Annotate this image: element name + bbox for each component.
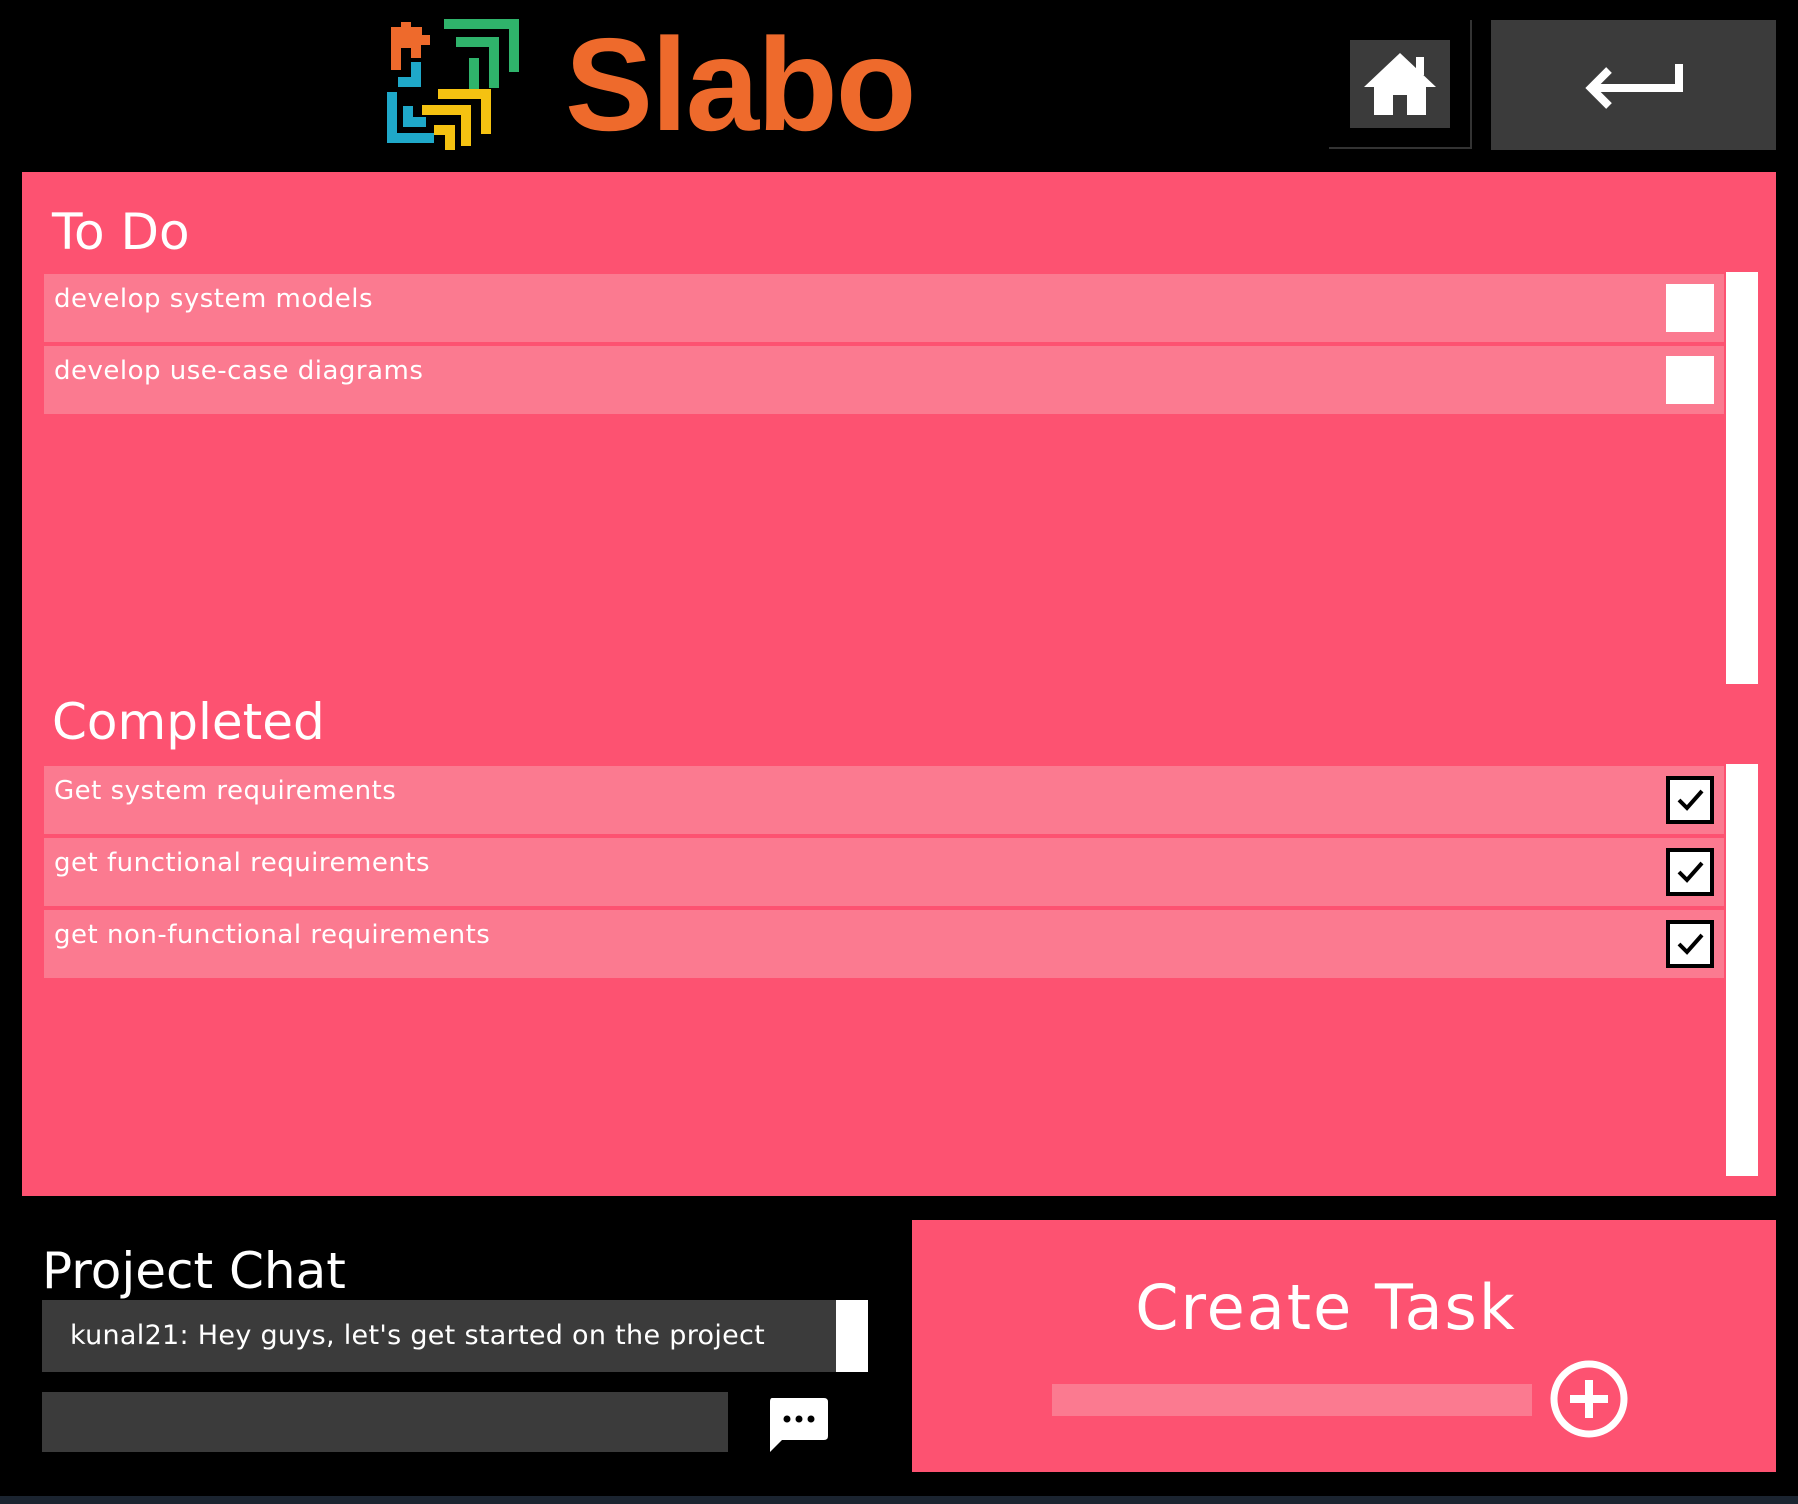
completed-checkbox[interactable]	[1666, 920, 1714, 968]
todo-checkbox[interactable]	[1666, 356, 1714, 404]
checkmark-icon	[1677, 933, 1704, 955]
todo-item: develop use-case diagrams	[44, 346, 1724, 414]
bottom-strip	[0, 1496, 1798, 1504]
back-arrow-icon	[1584, 64, 1683, 109]
home-icon	[1364, 53, 1436, 115]
chat-title: Project Chat	[42, 1242, 346, 1300]
create-task-title: Create Task	[1135, 1271, 1517, 1344]
create-task-panel: Create Task	[912, 1220, 1776, 1472]
completed-item-label: get non-functional requirements	[54, 920, 491, 950]
completed-scrollbar[interactable]	[1726, 764, 1758, 1176]
task-name-input[interactable]	[1052, 1384, 1532, 1416]
todo-section-title: To Do	[52, 203, 190, 261]
completed-list: Get system requirements get functional r…	[44, 766, 1724, 982]
todo-item: develop system models	[44, 274, 1724, 342]
todo-checkbox[interactable]	[1666, 284, 1714, 332]
send-message-button[interactable]	[766, 1394, 830, 1454]
completed-item-label: Get system requirements	[54, 776, 397, 806]
chat-message: kunal21: Hey guys, let's get started on …	[70, 1320, 766, 1351]
completed-item: get functional requirements	[44, 838, 1724, 906]
completed-item-label: get functional requirements	[54, 848, 431, 878]
home-button[interactable]	[1329, 20, 1472, 149]
checkmark-icon	[1677, 861, 1704, 883]
completed-checkbox[interactable]	[1666, 776, 1714, 824]
completed-item: Get system requirements	[44, 766, 1724, 834]
chat-scrollbar[interactable]	[836, 1300, 868, 1372]
checkmark-icon	[1677, 789, 1704, 811]
back-button[interactable]	[1491, 20, 1776, 150]
plus-circle-icon	[1550, 1360, 1628, 1438]
task-panel: To Do develop system models develop use-…	[22, 172, 1776, 1196]
chat-input[interactable]	[42, 1392, 728, 1452]
add-task-button[interactable]	[1548, 1358, 1630, 1440]
completed-section-title: Completed	[52, 693, 325, 751]
completed-checkbox[interactable]	[1666, 848, 1714, 896]
logo-icon	[387, 19, 519, 150]
todo-item-label: develop system models	[54, 284, 374, 314]
app-logo-text: Slabo	[565, 11, 916, 158]
chat-log: kunal21: Hey guys, let's get started on …	[42, 1300, 868, 1372]
completed-item: get non-functional requirements	[44, 910, 1724, 978]
chat-bubble-icon	[770, 1398, 828, 1452]
todo-item-label: develop use-case diagrams	[54, 356, 424, 386]
todo-scrollbar[interactable]	[1726, 272, 1758, 684]
todo-list: develop system models develop use-case d…	[44, 274, 1724, 418]
